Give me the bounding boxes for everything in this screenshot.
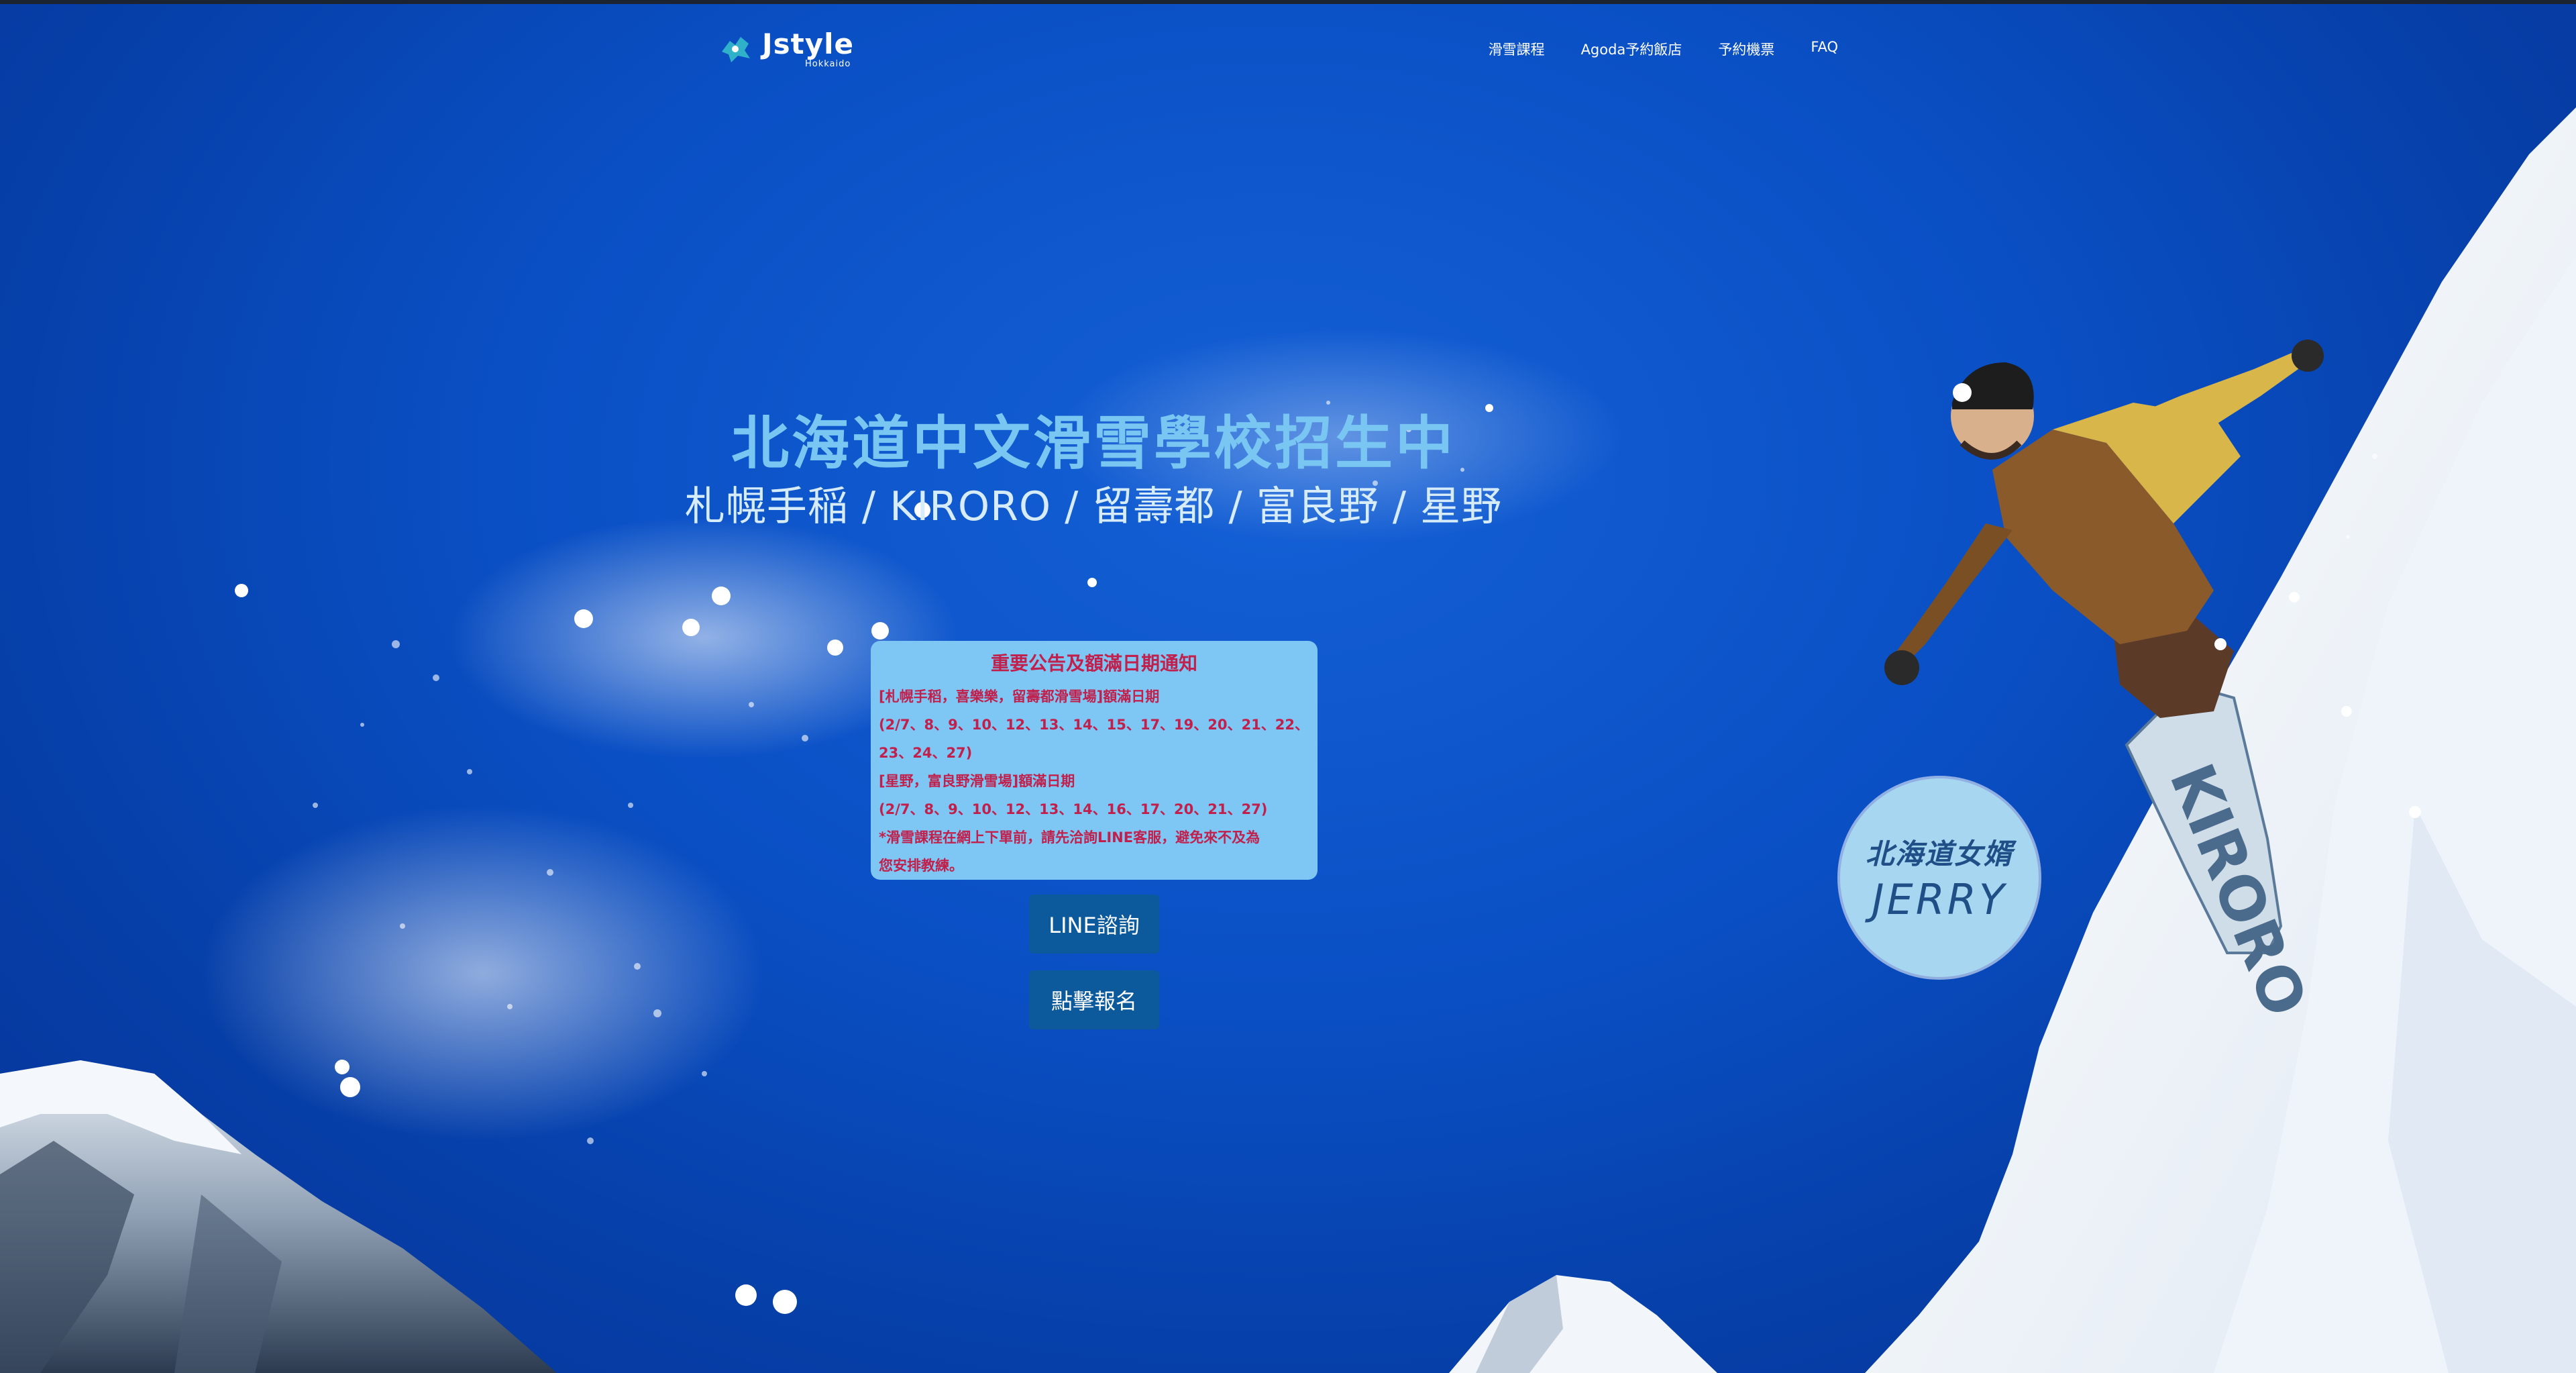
notice-line: 23、24、27) (879, 745, 973, 761)
notice-line: [札幌手稻，喜樂樂，留壽都滑雪場]額滿日期 (879, 689, 1160, 705)
nav-ski-courses[interactable]: 滑雪課程 (1489, 39, 1545, 59)
coach-badge: 北海道女婿 JERRY (1840, 778, 2039, 977)
notice-line: (2/7、8、9、10、12、13、14、16、17、20、21、27) (879, 801, 1268, 817)
hero-subtitle: 札幌手稲 / KIRORO / 留壽都 / 富良野 / 星野 (684, 483, 1503, 530)
page: KIRORO Jstyle Hokkaido 滑雪課程 Agoda予約飯店 予約… (0, 0, 2576, 1373)
hero-title: 北海道中文滑雪學校招生中 (731, 410, 1456, 477)
hokkaido-logo-icon (722, 37, 750, 62)
nav-agoda-hotels[interactable]: Agoda予約飯店 (1581, 39, 1682, 59)
notice-box: 重要公告及額滿日期通知 [札幌手稻，喜樂樂，留壽都滑雪場]額滿日期 (2/7、8… (871, 641, 1318, 880)
notice-line: 您安排教練。 (879, 858, 963, 874)
brand-sub: Hokkaido (805, 58, 851, 69)
notice-line: [星野，富良野滑雪場]額滿日期 (879, 773, 1075, 789)
badge-name: JERRY (1872, 875, 2007, 924)
signup-button[interactable]: 點擊報名 (1029, 970, 1159, 1029)
brand-name: Jstyle (762, 27, 854, 60)
line-consult-button[interactable]: LINE諮詢 (1029, 895, 1159, 954)
main-nav: 滑雪課程 Agoda予約飯店 予約機票 FAQ (1489, 39, 1838, 59)
logo[interactable]: Jstyle Hokkaido (718, 26, 854, 72)
notice-title: 重要公告及額滿日期通知 (990, 652, 1197, 674)
nav-faq[interactable]: FAQ (1811, 39, 1838, 59)
badge-caption: 北海道女婿 (1865, 837, 2013, 870)
notice-line: (2/7、8、9、10、12、13、14、15、17、19、20、21、22、 (879, 717, 1309, 733)
notice-line: *滑雪課程在網上下單前，請先洽詢LINE客服，避免來不及為 (879, 829, 1260, 846)
nav-flight-tickets[interactable]: 予約機票 (1718, 39, 1774, 59)
